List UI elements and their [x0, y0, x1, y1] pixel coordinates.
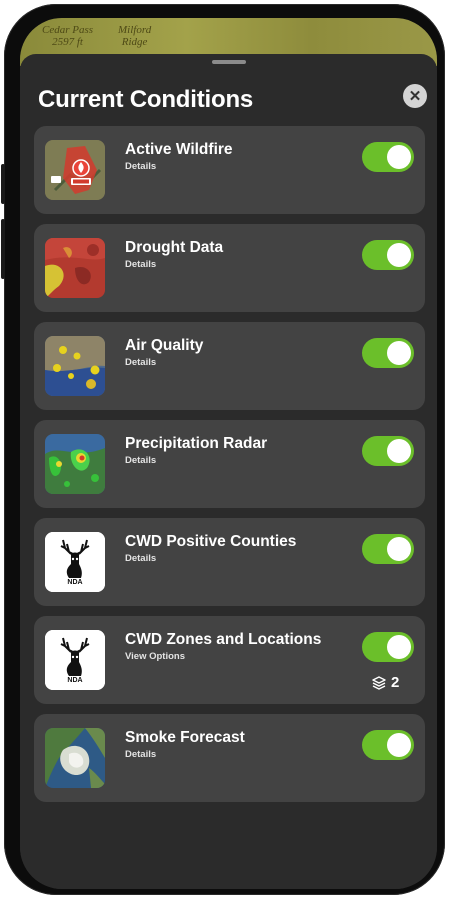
- layer-card-smoke-forecast[interactable]: Smoke Forecast Details: [34, 714, 425, 802]
- layer-title: CWD Zones and Locations: [125, 631, 322, 648]
- cwd-positive-counties-toggle[interactable]: [362, 534, 414, 564]
- current-conditions-sheet: Current Conditions ✕ Active Wildfire Det…: [20, 54, 437, 889]
- toggle-knob: [387, 439, 411, 463]
- toggle-knob: [387, 733, 411, 757]
- layer-count-value: 2: [391, 674, 400, 691]
- smoke-map-thumbnail: [45, 728, 105, 788]
- volume-button: [1, 219, 5, 279]
- layer-card-drought-data[interactable]: Drought Data Details: [34, 224, 425, 312]
- layer-card-air-quality[interactable]: Air Quality Details: [34, 322, 425, 410]
- close-icon[interactable]: ✕: [403, 84, 427, 108]
- layer-card-precipitation-radar[interactable]: Precipitation Radar Details: [34, 420, 425, 508]
- layer-card-cwd-positive-counties[interactable]: NDA CWD Positive Counties Details: [34, 518, 425, 606]
- logo-text: NDA: [67, 579, 83, 586]
- air-quality-map-thumbnail: [45, 336, 105, 396]
- details-link[interactable]: Details: [125, 455, 156, 466]
- layer-title: Air Quality: [125, 337, 204, 354]
- cwd-zones-locations-toggle[interactable]: [362, 632, 414, 662]
- layer-title: CWD Positive Counties: [125, 533, 297, 550]
- layer-title: Smoke Forecast: [125, 729, 245, 746]
- layer-count[interactable]: 2: [371, 674, 399, 691]
- toggle-knob: [387, 537, 411, 561]
- toggle-knob: [387, 635, 411, 659]
- wildfire-map-thumbnail: [45, 140, 105, 200]
- layer-card-active-wildfire[interactable]: Active Wildfire Details: [34, 126, 425, 214]
- layer-card-cwd-zones-locations[interactable]: NDA CWD Zones and Locations View Options…: [34, 616, 425, 704]
- toggle-knob: [387, 145, 411, 169]
- nda-deer-logo: NDA: [45, 630, 105, 690]
- sheet-grabber[interactable]: [212, 60, 246, 64]
- air-quality-toggle[interactable]: [362, 338, 414, 368]
- active-wildfire-toggle[interactable]: [362, 142, 414, 172]
- phone-frame: Cedar Pass 2597 ft Milford Ridge Current…: [1, 4, 445, 895]
- logo-text: NDA: [67, 677, 83, 684]
- details-link[interactable]: Details: [125, 553, 156, 564]
- volume-button: [1, 164, 5, 204]
- details-link[interactable]: Details: [125, 357, 156, 368]
- drought-map-thumbnail: [45, 238, 105, 298]
- screen: Cedar Pass 2597 ft Milford Ridge Current…: [20, 18, 437, 889]
- smoke-forecast-toggle[interactable]: [362, 730, 414, 760]
- view-options-link[interactable]: View Options: [125, 651, 185, 662]
- drought-data-toggle[interactable]: [362, 240, 414, 270]
- details-link[interactable]: Details: [125, 749, 156, 760]
- details-link[interactable]: Details: [125, 161, 156, 172]
- radar-map-thumbnail: [45, 434, 105, 494]
- nda-deer-logo: NDA: [45, 532, 105, 592]
- details-link[interactable]: Details: [125, 259, 156, 270]
- layer-title: Active Wildfire: [125, 141, 233, 158]
- toggle-knob: [387, 243, 411, 267]
- toggle-knob: [387, 341, 411, 365]
- layer-title: Precipitation Radar: [125, 435, 268, 452]
- layers-icon: [372, 675, 386, 690]
- precipitation-radar-toggle[interactable]: [362, 436, 414, 466]
- sheet-title: Current Conditions: [38, 86, 254, 113]
- layer-title: Drought Data: [125, 239, 224, 256]
- map-label: Milford Ridge: [118, 24, 152, 48]
- map-label: Cedar Pass 2597 ft: [42, 24, 94, 48]
